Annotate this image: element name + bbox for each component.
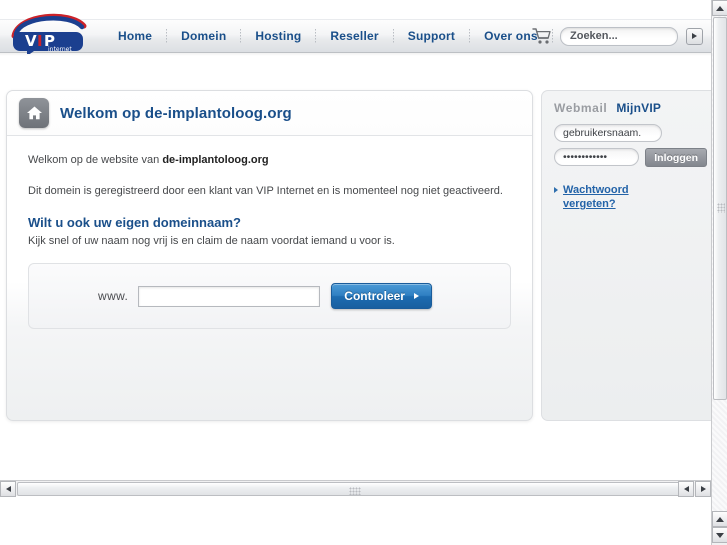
main-content-card: Welkom op de-implantoloog.org Welkom op … bbox=[6, 90, 533, 421]
status-paragraph: Dit domein is geregistreerd door een kla… bbox=[28, 185, 503, 197]
arrow-right-icon bbox=[692, 33, 697, 39]
www-prefix-label: www. bbox=[98, 289, 129, 303]
vip-internet-logo[interactable]: V I P internet bbox=[8, 6, 92, 56]
scroll-down-button[interactable] bbox=[712, 527, 727, 543]
svg-text:internet: internet bbox=[48, 46, 72, 53]
scroll-thumb-grip bbox=[717, 203, 725, 213]
nav-item-home[interactable]: Home bbox=[104, 19, 166, 53]
username-input[interactable]: gebruikersnaam. bbox=[554, 124, 662, 142]
site-footer: © 1999-2011. VIP Internet. Vermelde prij… bbox=[0, 465, 711, 466]
intro-prefix: Welkom op de website van bbox=[28, 154, 163, 166]
sidebar-tabs: Webmail MijnVIP bbox=[554, 101, 707, 115]
login-sidebar: Webmail MijnVIP gebruikersnaam. ••••••••… bbox=[541, 90, 711, 421]
triangle-up-icon bbox=[716, 516, 724, 522]
card-body: Welkom op de website van de-implantoloog… bbox=[7, 136, 532, 329]
scroll-thumb-grip bbox=[349, 487, 361, 495]
header-utilities: Zoeken... bbox=[532, 19, 703, 53]
page-viewport: V I P internet Home Domein Hosting Resel… bbox=[0, 0, 711, 466]
shopping-cart-icon[interactable] bbox=[532, 27, 552, 45]
horizontal-scroll-thumb[interactable] bbox=[17, 482, 692, 496]
vertical-scrollbar[interactable] bbox=[711, 0, 727, 545]
vertical-scroll-thumb[interactable] bbox=[713, 17, 727, 400]
footer-copyright: © 1999-2011. VIP Internet. Vermelde prij… bbox=[0, 465, 711, 466]
main-navigation: Home Domein Hosting Reseller Support Ove… bbox=[104, 19, 553, 53]
triangle-left-icon bbox=[5, 486, 11, 492]
scroll-left-button-secondary[interactable] bbox=[678, 481, 694, 497]
login-button[interactable]: Inloggen bbox=[645, 148, 707, 167]
password-row: •••••••••••• Inloggen bbox=[554, 148, 707, 172]
browser-page: V I P internet Home Domein Hosting Resel… bbox=[0, 0, 727, 545]
scroll-up-button[interactable] bbox=[712, 0, 727, 16]
scroll-left-button[interactable] bbox=[0, 481, 16, 497]
triangle-down-icon bbox=[716, 532, 724, 538]
home-icon bbox=[19, 98, 49, 128]
forgot-password-row: Wachtwoord vergeten? bbox=[554, 183, 707, 211]
nav-item-support[interactable]: Support bbox=[394, 19, 469, 53]
nav-item-domein[interactable]: Domein bbox=[167, 19, 240, 53]
tab-mijnvip[interactable]: MijnVIP bbox=[616, 101, 661, 115]
password-input[interactable]: •••••••••••• bbox=[554, 148, 640, 166]
search-submit-button[interactable] bbox=[686, 27, 703, 45]
site-header: V I P internet Home Domein Hosting Resel… bbox=[0, 0, 711, 62]
search-input-value: Zoeken... bbox=[570, 30, 618, 42]
horizontal-scrollbar[interactable] bbox=[0, 480, 711, 497]
intro-domain: de-implantoloog.org bbox=[162, 154, 269, 166]
check-domain-button[interactable]: Controleer bbox=[331, 283, 432, 309]
nav-item-hosting[interactable]: Hosting bbox=[241, 19, 315, 53]
svg-text:V: V bbox=[25, 32, 38, 50]
arrow-right-icon bbox=[413, 293, 419, 299]
username-value: gebruikersnaam. bbox=[563, 127, 642, 139]
triangle-right-icon bbox=[700, 486, 706, 492]
domain-search-panel: www. Controleer bbox=[28, 263, 511, 329]
card-header: Welkom op de-implantoloog.org bbox=[7, 91, 532, 136]
page-title: Welkom op de-implantoloog.org bbox=[60, 104, 292, 122]
check-domain-label: Controleer bbox=[344, 289, 405, 303]
triangle-up-icon bbox=[716, 5, 724, 11]
triangle-right-icon bbox=[554, 187, 558, 193]
search-input[interactable]: Zoeken... bbox=[560, 26, 678, 46]
forgot-password-link[interactable]: Wachtwoord vergeten? bbox=[563, 183, 668, 211]
sub-heading: Wilt u ook uw eigen domeinnaam? bbox=[28, 215, 241, 230]
nav-item-reseller[interactable]: Reseller bbox=[316, 19, 392, 53]
domain-name-input[interactable] bbox=[138, 285, 321, 307]
svg-text:I: I bbox=[37, 32, 44, 50]
tab-webmail[interactable]: Webmail bbox=[554, 101, 607, 115]
scroll-up-button-secondary[interactable] bbox=[712, 511, 727, 527]
scroll-right-button[interactable] bbox=[695, 481, 711, 497]
sub-text: Kijk snel of uw naam nog vrij is en clai… bbox=[28, 235, 395, 247]
password-value: •••••••••••• bbox=[563, 151, 608, 163]
triangle-left-icon bbox=[683, 486, 689, 492]
intro-paragraph: Welkom op de website van de-implantoloog… bbox=[28, 153, 511, 168]
